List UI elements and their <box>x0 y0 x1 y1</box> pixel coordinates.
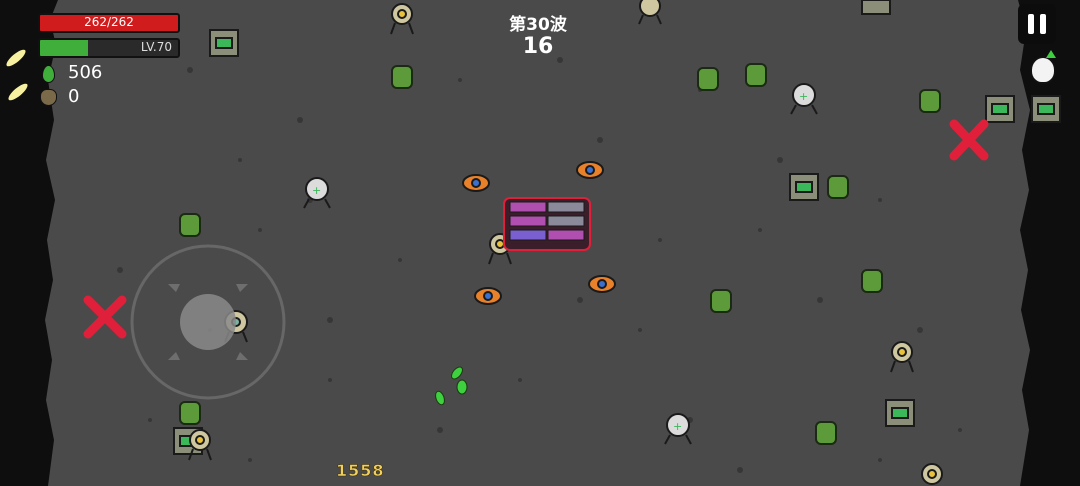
crates <box>173 0 1061 455</box>
green-enemies <box>179 63 941 445</box>
eye-walker <box>921 463 943 485</box>
health-text: 262/262 <box>84 15 134 29</box>
wave-label: 第30波 <box>509 15 567 35</box>
bag-count: 0 <box>68 86 80 107</box>
virtual-joystick <box>130 244 286 400</box>
green-gem-icon <box>42 65 55 83</box>
level-up-arrow-icon <box>1046 50 1056 58</box>
pause-button[interactable] <box>1018 4 1056 44</box>
egg-levelup-icon[interactable] <box>1030 50 1056 84</box>
eye-walker <box>890 341 914 373</box>
medic-robots: + + + <box>303 83 818 445</box>
ground-rubble <box>117 57 962 473</box>
crate-icon <box>885 399 915 427</box>
pause-icon <box>1028 14 1034 34</box>
material-count: 506 <box>68 62 103 83</box>
level-text: LV.70 <box>140 40 172 54</box>
green-enemy <box>710 289 732 313</box>
spawn-marker <box>949 119 989 161</box>
eye-walker <box>390 3 414 35</box>
material-drops <box>435 366 468 406</box>
green-enemy <box>391 65 413 89</box>
medic-robot: + <box>664 413 692 445</box>
player-character <box>503 197 591 251</box>
green-enemy <box>919 89 941 113</box>
crate-icon <box>209 29 239 57</box>
crate-icon <box>1031 95 1061 123</box>
loot-bag-icon <box>40 89 57 106</box>
orange-drone <box>462 174 490 192</box>
green-enemy <box>697 67 719 91</box>
orange-drone <box>474 287 502 305</box>
green-enemy <box>827 175 849 199</box>
green-enemy <box>179 401 201 425</box>
experience-bar: LV.70 <box>38 38 180 58</box>
eye-walker <box>188 429 212 461</box>
svg-text:+: + <box>799 90 808 103</box>
green-enemy <box>815 421 837 445</box>
medic-robot: + <box>790 83 818 115</box>
green-enemy <box>745 63 767 87</box>
arena: + + + <box>0 0 1080 486</box>
medic-robot: + <box>303 177 331 209</box>
green-enemy <box>861 269 883 293</box>
health-bar: 262/262 <box>38 13 180 33</box>
damage-number: 1558 <box>336 461 385 481</box>
pause-icon-bar <box>1040 14 1046 34</box>
crate-icon <box>861 0 891 15</box>
eye-walker <box>638 0 662 25</box>
crate-icon <box>985 95 1015 123</box>
crate-icon <box>789 173 819 201</box>
wave-timer: 16 <box>522 34 554 59</box>
svg-text:+: + <box>312 184 321 197</box>
game-screen[interactable]: + + + 262/262 LV.70 506 0 第30波 16 1558 <box>0 0 1080 486</box>
green-enemy <box>179 213 201 237</box>
spawn-marker <box>83 295 127 339</box>
svg-text:+: + <box>673 420 682 433</box>
orange-drone <box>576 161 604 179</box>
orange-drone <box>588 275 616 293</box>
